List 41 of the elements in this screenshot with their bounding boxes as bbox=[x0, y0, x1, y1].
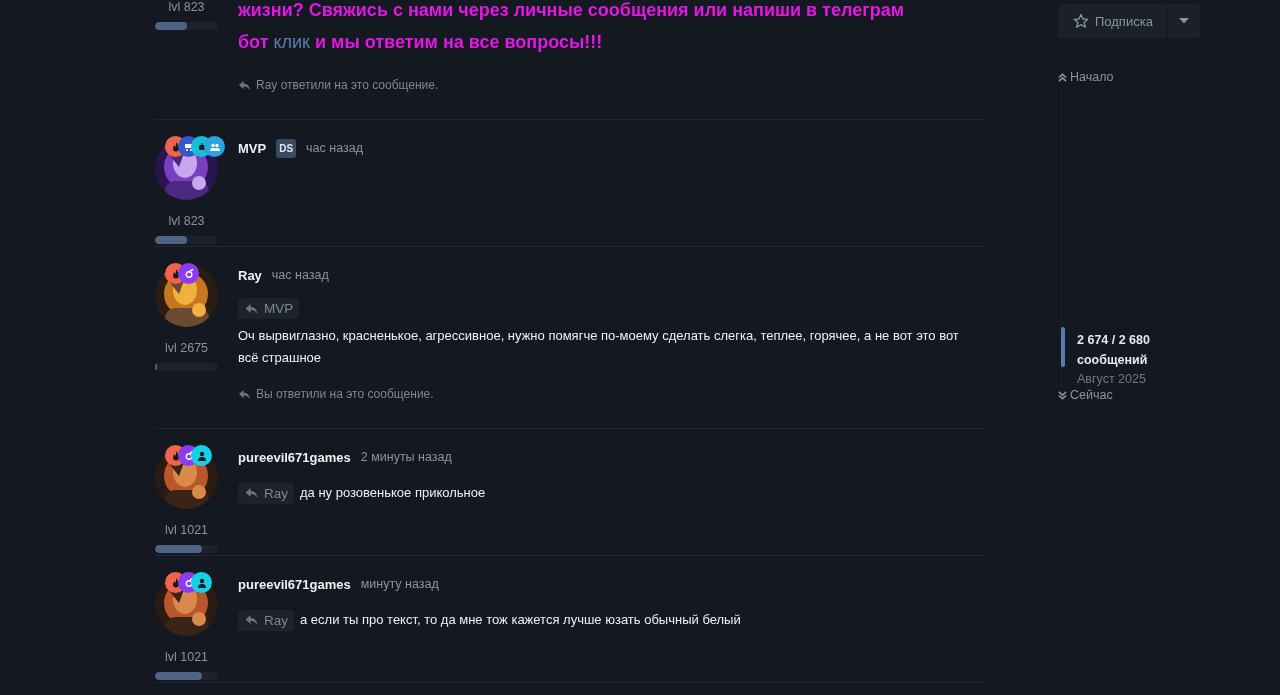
jump-now-link[interactable]: Сейчас bbox=[1058, 388, 1113, 402]
timeline-date: Август 2025 bbox=[1077, 371, 1147, 388]
user-tag: DS bbox=[276, 138, 297, 158]
double-chevron-up-icon bbox=[1058, 72, 1067, 82]
double-chevron-down-icon bbox=[1058, 390, 1067, 400]
level-label: lvl 823 bbox=[168, 214, 205, 228]
caret-icon bbox=[1178, 18, 1189, 24]
reply-note: Ray ответили на это сообщение. bbox=[256, 78, 439, 92]
username[interactable]: Ray bbox=[238, 267, 262, 283]
star-icon bbox=[1073, 13, 1089, 29]
message-text: а если ты про текст, то да мне тож кажется лучше юзать обычный белый bbox=[300, 611, 741, 629]
reply-icon bbox=[244, 487, 259, 499]
level-label: lvl 1021 bbox=[164, 523, 209, 537]
jump-start-link[interactable]: Начало bbox=[1058, 70, 1114, 84]
message-text: да ну розовенькое прикольное bbox=[300, 484, 486, 502]
post-unit: сообщений bbox=[1077, 352, 1149, 369]
timestamp: час назад bbox=[271, 268, 329, 282]
level-label: lvl 2675 bbox=[164, 341, 209, 355]
timestamp: час назад bbox=[306, 141, 363, 155]
timeline-handle[interactable] bbox=[1061, 327, 1065, 367]
quote-button[interactable]: MVP bbox=[238, 298, 300, 319]
promo-message: жизни? Свяжись с нами через личные сообщения или напиши в телеграм бот клик и мы ответим на все вопросы!!! bbox=[238, 0, 905, 54]
timestamp: 2 минуты назад bbox=[360, 450, 452, 464]
level-label: lvl 1021 bbox=[164, 650, 209, 664]
username[interactable]: MVP bbox=[238, 140, 267, 156]
timestamp: минуту назад bbox=[360, 577, 439, 591]
quote-button[interactable]: Ray bbox=[238, 482, 294, 504]
reply-icon bbox=[238, 388, 251, 400]
reply-note: Вы ответили на это сообщение. bbox=[256, 387, 434, 401]
username[interactable]: pureevil671games bbox=[238, 449, 351, 465]
dropdown-button[interactable] bbox=[1167, 4, 1200, 38]
quote-button[interactable]: Ray bbox=[238, 609, 294, 631]
reply-icon bbox=[238, 79, 251, 91]
post-position: 2 674 / 2 680 bbox=[1077, 332, 1150, 349]
reply-icon bbox=[244, 614, 259, 626]
username[interactable]: pureevil671games bbox=[238, 576, 351, 592]
subscribe-button[interactable]: Подписка bbox=[1058, 4, 1167, 38]
reply-icon bbox=[244, 302, 259, 315]
telegram-link[interactable]: клик bbox=[273, 32, 310, 52]
message-text: Оч вырвиглазно, красненькое, агрессивное, нужно помягче по-моему сделать слегка, теплее, горячее, а не вот это вот всё страшное bbox=[238, 327, 960, 367]
level-label: lvl 823 bbox=[168, 0, 205, 14]
